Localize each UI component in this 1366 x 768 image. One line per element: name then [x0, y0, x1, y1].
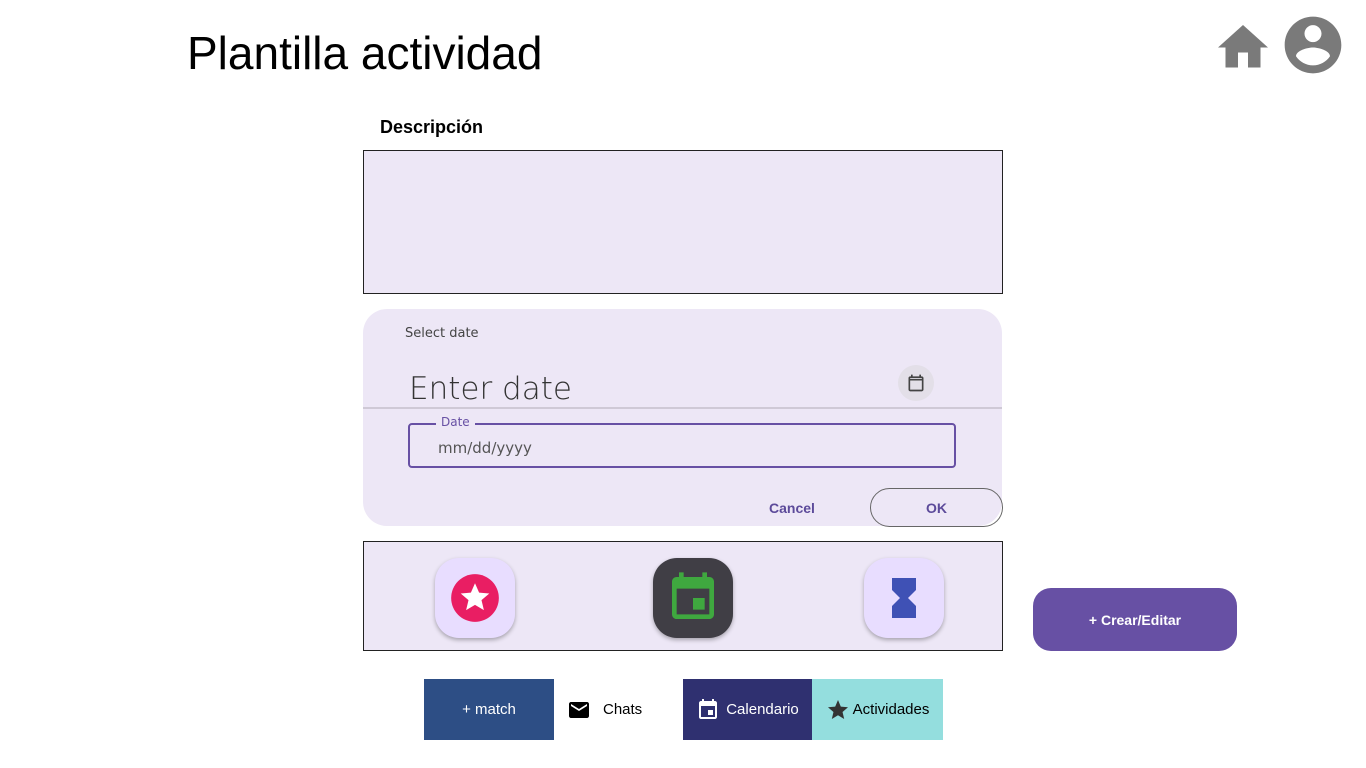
date-field-label: Date — [436, 415, 475, 429]
ok-button[interactable]: OK — [870, 488, 1003, 527]
calendar-toggle-button[interactable] — [898, 365, 934, 401]
activity-type-strip — [363, 541, 1003, 651]
home-icon[interactable] — [1213, 20, 1273, 70]
date-input[interactable] — [438, 438, 918, 458]
nav-item-label: Actividades — [852, 701, 930, 718]
nav-item-match[interactable]: + match — [424, 679, 554, 740]
nav-item-label: + match — [462, 701, 516, 718]
hourglass-icon — [892, 578, 916, 618]
nav-item-label: Chats — [603, 701, 643, 718]
calendar-icon — [908, 374, 924, 392]
calendar-icon — [699, 698, 718, 719]
star-activity-button[interactable] — [435, 558, 515, 638]
date-picker-divider — [363, 407, 1002, 409]
bottom-navbar: + match Chats Calendario Actividades — [424, 679, 943, 740]
nav-item-label: Calendario — [726, 701, 799, 718]
date-field: Date — [408, 415, 956, 468]
mail-icon — [569, 701, 589, 718]
account-circle-icon[interactable] — [1279, 11, 1347, 79]
description-label: Descripción — [380, 117, 484, 137]
date-picker-headline: Enter date — [409, 371, 572, 407]
nav-item-actividades[interactable]: Actividades — [812, 679, 943, 740]
date-picker-dialog: Select date Enter date Date Cancel OK — [363, 309, 1003, 527]
hourglass-activity-button[interactable] — [864, 558, 944, 638]
create-edit-button[interactable]: + Crear/Editar — [1033, 588, 1237, 651]
date-picker-supporting-text: Select date — [405, 326, 479, 341]
star-icon — [827, 699, 848, 719]
event-icon — [672, 572, 714, 619]
nav-item-chats[interactable]: Chats — [554, 679, 683, 740]
cancel-button[interactable]: Cancel — [757, 495, 827, 521]
event-activity-button[interactable] — [653, 558, 733, 638]
page-title: Plantilla actividad — [187, 27, 543, 79]
description-textarea[interactable] — [363, 150, 1003, 294]
nav-item-calendario[interactable]: Calendario — [683, 679, 812, 740]
star-icon — [451, 574, 499, 622]
